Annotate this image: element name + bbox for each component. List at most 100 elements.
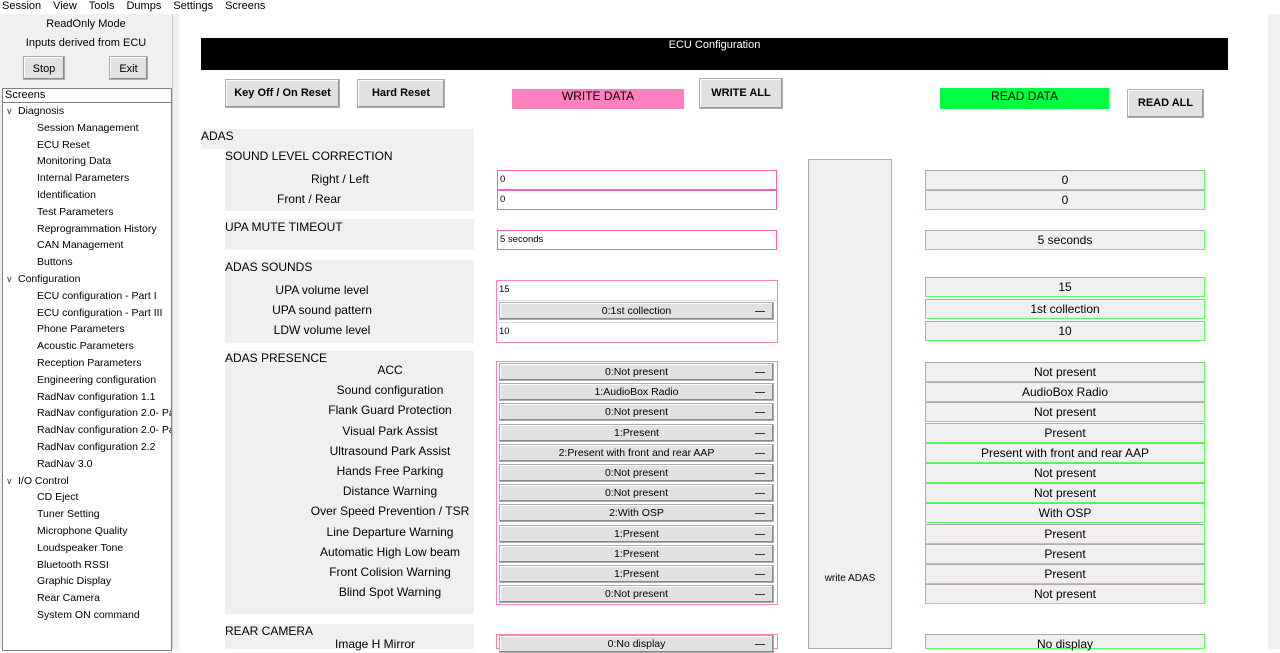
presence-read-value: Not present	[925, 483, 1205, 504]
read-upa-pattern: 1st collection	[925, 299, 1205, 319]
upa-volume-input[interactable]: 15	[497, 281, 777, 301]
presence-select[interactable]: 0:Not present	[499, 403, 774, 422]
tree-item[interactable]: Acoustic Parameters	[3, 338, 171, 355]
left-scrollbar[interactable]	[172, 14, 179, 649]
menu-bar: Session View Tools Dumps Settings Screen…	[0, 0, 1280, 14]
presence-select[interactable]: 0:Not present	[499, 585, 774, 604]
tree-item[interactable]: CD Eject	[3, 489, 171, 506]
tree-item[interactable]: Graphic Display	[3, 573, 171, 590]
menu-settings[interactable]: Settings	[167, 0, 219, 14]
tree-item[interactable]: Buttons	[3, 254, 171, 271]
tree-item[interactable]: Identification	[3, 187, 171, 204]
dropdown-icon	[755, 392, 765, 394]
tree-item[interactable]: Bluetooth RSSI	[3, 557, 171, 574]
tree-item[interactable]: Tuner Setting	[3, 506, 171, 523]
tree-item[interactable]: RadNav configuration 1.1	[3, 389, 171, 406]
presence-label: Hands Free Parking	[336, 464, 444, 478]
presence-label: Ultrasound Park Assist	[329, 443, 451, 458]
tree-item[interactable]: Monitoring Data	[3, 153, 171, 170]
tree-item[interactable]: Phone Parameters	[3, 321, 171, 338]
read-all-button[interactable]: READ ALL	[1127, 89, 1204, 118]
chevron-down-icon[interactable]: ∨	[6, 271, 18, 288]
dropdown-icon	[755, 493, 765, 495]
right-left-input[interactable]: 0	[497, 170, 777, 190]
presence-read-value: Present	[925, 523, 1205, 544]
tree-header: Screens	[3, 89, 171, 103]
write-adas-label: write ADAS	[824, 573, 876, 584]
chevron-down-icon[interactable]: ∨	[6, 473, 18, 490]
read-front-rear: 0	[925, 190, 1205, 210]
front-rear-label: Front / Rear	[276, 192, 342, 206]
upa-volume-label: UPA volume level	[275, 283, 369, 297]
tree-item[interactable]: Loudspeaker Tone	[3, 540, 171, 557]
tree-item[interactable]: ECU configuration - Part III	[3, 305, 171, 322]
diagnosis-items: Session Management ECU Reset Monitoring Da…	[3, 120, 171, 271]
tree-item[interactable]: RadNav configuration 2.0- Par	[3, 422, 171, 439]
write-all-button[interactable]: WRITE ALL	[699, 78, 783, 109]
presence-select[interactable]: 0:Not present	[499, 484, 774, 503]
presence-read-value: Not present	[925, 362, 1205, 382]
tree-item[interactable]: System ON command	[3, 607, 171, 624]
right-left-label: Right / Left	[310, 172, 370, 186]
tree-group-io-control[interactable]: ∨ I/O Control	[3, 473, 171, 490]
menu-view[interactable]: View	[47, 0, 83, 14]
upa-pattern-select[interactable]: 0:1st collection	[499, 302, 774, 320]
presence-select[interactable]: 0:Not present	[499, 363, 774, 381]
menu-screens[interactable]: Screens	[219, 0, 271, 14]
presence-read-value: Present	[925, 564, 1205, 584]
tree-item[interactable]: ECU Reset	[3, 137, 171, 154]
dropdown-icon	[755, 574, 765, 575]
hard-reset-button[interactable]: Hard Reset	[357, 79, 445, 108]
tree-item[interactable]: Microphone Quality	[3, 523, 171, 540]
presence-read-value: Not present	[925, 402, 1205, 423]
exit-button[interactable]: Exit	[109, 56, 148, 80]
menu-tools[interactable]: Tools	[83, 0, 121, 14]
key-off-on-reset-button[interactable]: Key Off / On Reset	[225, 79, 340, 108]
sound-level-label: SOUND LEVEL CORRECTION	[225, 149, 393, 163]
presence-label: Visual Park Assist	[342, 423, 438, 438]
tree-item[interactable]: Test Parameters	[3, 204, 171, 221]
presence-read-value: With OSP	[925, 503, 1205, 524]
front-rear-input[interactable]: 0	[497, 190, 777, 210]
ldw-volume-input[interactable]: 10	[497, 322, 777, 342]
io-items: CD Eject Tuner Setting Microphone Quality L…	[3, 489, 171, 623]
tree-group-configuration[interactable]: ∨ Configuration	[3, 271, 171, 288]
presence-select[interactable]: 1:AudioBox Radio	[499, 383, 774, 402]
derived-label: Inputs derived from ECU	[25, 37, 147, 49]
tree-item[interactable]: Internal Parameters	[3, 170, 171, 187]
adas-label: ADAS	[201, 129, 234, 143]
presence-select[interactable]: 1:Present	[499, 423, 774, 442]
chevron-down-icon[interactable]: ∨	[6, 103, 18, 120]
tree-item[interactable]: Reprogrammation History	[3, 221, 171, 238]
tree-item[interactable]: Session Management	[3, 120, 171, 137]
menu-session[interactable]: Session	[0, 0, 47, 14]
tree-item[interactable]: CAN Management	[3, 237, 171, 254]
presence-select[interactable]: 1:Present	[499, 524, 774, 543]
upa-mute-input[interactable]: 5 seconds	[497, 230, 777, 250]
upa-pattern-label: UPA sound pattern	[272, 303, 372, 317]
presence-select[interactable]: 1:Present	[499, 544, 774, 563]
image-mirror-select[interactable]: 0:No display	[499, 635, 774, 653]
tree-item[interactable]: Engineering configuration	[3, 372, 171, 389]
presence-select[interactable]: 0:Not present	[499, 464, 774, 482]
write-adas-button[interactable]: write ADAS	[808, 159, 892, 649]
presence-select[interactable]: 2:With OSP	[499, 504, 774, 523]
dropdown-icon	[755, 412, 765, 414]
dropdown-icon	[755, 311, 765, 312]
tree-item[interactable]: RadNav configuration 2.2	[3, 439, 171, 456]
dropdown-icon	[755, 594, 765, 596]
tree-item[interactable]: RadNav 3.0	[3, 456, 171, 473]
tree-item[interactable]: Reception Parameters	[3, 355, 171, 372]
dropdown-icon	[755, 473, 765, 474]
presence-select[interactable]: 1:Present	[499, 565, 774, 583]
tree-item[interactable]: Rear Camera	[3, 590, 171, 607]
upa-mute-label: UPA MUTE TIMEOUT	[225, 220, 343, 234]
tree-item[interactable]: RadNav configuration 2.0- Par	[3, 405, 171, 422]
menu-dumps[interactable]: Dumps	[120, 0, 167, 14]
right-scrollbar[interactable]	[1268, 14, 1280, 649]
page-title: ECU Configuration	[201, 38, 1228, 70]
presence-select[interactable]: 2:Present with front and rear AAP	[499, 443, 774, 462]
stop-button[interactable]: Stop	[23, 56, 65, 80]
tree-group-diagnosis[interactable]: ∨ Diagnosis	[3, 103, 171, 120]
tree-item[interactable]: ECU configuration - Part I	[3, 288, 171, 305]
